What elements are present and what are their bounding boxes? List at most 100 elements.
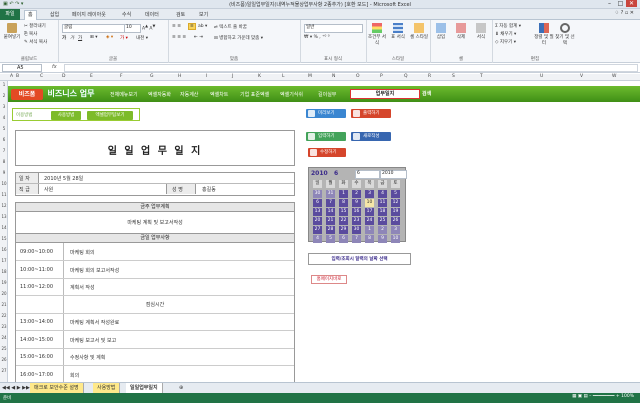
conditional-format-button[interactable]: 조건부 서식 [367, 23, 387, 46]
paste-button[interactable]: 붙여넣기 [1, 23, 23, 40]
entry-time[interactable]: 16:00~17:00 [20, 372, 53, 378]
column-header[interactable]: V [580, 74, 583, 79]
row-header[interactable]: 2 [0, 93, 8, 98]
entry-task[interactable]: 마케팅 회의 보고서작성 [70, 267, 119, 274]
calendar-day[interactable]: 10 [391, 235, 400, 243]
cut-button[interactable]: ✂ 잘라내기 [24, 23, 46, 29]
nav-item-all-menu[interactable]: 전체메뉴보기 [110, 91, 138, 98]
table-format-button[interactable]: 표 서식 [388, 23, 408, 40]
align-middle-icon[interactable]: ≡ [188, 23, 196, 30]
calendar-day[interactable]: 30 [313, 190, 322, 198]
maximize-icon[interactable]: □ [615, 0, 626, 7]
calendar-day[interactable]: 6 [313, 199, 322, 207]
name-box[interactable]: A5 [2, 64, 42, 72]
entry-time[interactable]: 11:00~12:00 [20, 284, 53, 290]
sort-filter-button[interactable]: 정렬 및 필터 [534, 23, 554, 46]
calendar-day[interactable]: 12 [391, 199, 400, 207]
calendar-day[interactable]: 26 [391, 217, 400, 225]
calendar-day[interactable]: 4 [378, 190, 387, 198]
row-header[interactable]: 15 [0, 236, 8, 241]
entry-task[interactable]: 계획서 작성 [70, 284, 95, 291]
calendar-day[interactable]: 28 [326, 226, 335, 234]
calendar-day[interactable]: 31 [326, 190, 335, 198]
merge-center-button[interactable]: ⊟ 병합하고 가운데 맞춤 ▾ [214, 35, 263, 41]
column-header[interactable]: B [16, 74, 19, 79]
row-header[interactable]: 3 [0, 104, 8, 109]
font-size-select[interactable]: 10 [124, 24, 141, 33]
row-header[interactable]: 26 [0, 357, 8, 362]
row-header[interactable]: 7 [0, 148, 8, 153]
calendar-day[interactable]: 23 [352, 217, 361, 225]
delete-cells-button[interactable]: 삭제 [451, 23, 471, 40]
row-header[interactable]: 18 [0, 269, 8, 274]
copy-button[interactable]: ⎘ 복사 [24, 31, 37, 37]
nav-item-excel-chart[interactable]: 엑셀차트 [210, 91, 228, 98]
row-header[interactable]: 1 [0, 82, 8, 87]
minimize-icon[interactable]: – [604, 0, 615, 7]
calendar-day[interactable]: 4 [313, 235, 322, 243]
row-header[interactable]: 20 [0, 291, 8, 296]
calendar[interactable]: 2010 6 6 2010 일 월 화 수 목 금 토 30 31 1 2 3 4 5 6 7 8 9 10 11 12… [308, 167, 407, 243]
currency-icon[interactable]: ₩ ▾ % , ⁺⁰ ⁰ [304, 35, 330, 40]
calendar-day[interactable]: 2 [352, 190, 361, 198]
calendar-day[interactable]: 8 [339, 199, 348, 207]
row-header[interactable]: 17 [0, 258, 8, 263]
calendar-day[interactable]: 21 [326, 217, 335, 225]
calendar-day[interactable]: 25 [378, 217, 387, 225]
print-button[interactable]: 출력하기 [351, 109, 391, 118]
find-select-button[interactable]: 찾기 및 선택 [554, 23, 576, 46]
italic-icon[interactable]: 가 [70, 35, 74, 41]
font-name-select[interactable]: 굴림 [62, 24, 125, 33]
cell-style-button[interactable]: 셀 스타일 [409, 23, 429, 40]
row-header[interactable]: 22 [0, 313, 8, 318]
preview-button[interactable]: 미리보기 [306, 109, 346, 118]
edit-button[interactable]: 수정하기 [308, 148, 346, 157]
calendar-day[interactable]: 22 [339, 217, 348, 225]
column-header[interactable]: J [232, 74, 233, 79]
entry-task[interactable]: 회의 [70, 372, 79, 379]
calendar-day[interactable]: 29 [339, 226, 348, 234]
tab-formulas[interactable]: 수식 [122, 11, 131, 18]
row-header[interactable]: 25 [0, 346, 8, 351]
column-header[interactable]: Q [404, 74, 408, 79]
entry-time[interactable]: 14:00~15:00 [20, 337, 53, 343]
excel-tips-button[interactable]: 엑셀업무팁보기 [87, 111, 133, 120]
nav-item-standard[interactable]: 기업 표준엑셀 [240, 91, 269, 98]
column-header[interactable]: M [308, 74, 312, 79]
calendar-day[interactable]: 18 [378, 208, 387, 216]
nav-item-practice[interactable]: 길이실무 [318, 91, 336, 98]
calendar-day[interactable]: 15 [339, 208, 348, 216]
fill-button[interactable]: ⬇ 채우기 ▾ [495, 31, 516, 37]
format-cells-button[interactable]: 서식 [471, 23, 491, 40]
border-icon[interactable]: ⊞ ▾ [90, 35, 97, 40]
calendar-day[interactable]: 24 [365, 217, 374, 225]
position-value[interactable]: 사원 [44, 186, 53, 193]
calendar-day[interactable]: 3 [391, 226, 400, 234]
column-header[interactable]: F [120, 74, 123, 79]
tab-data[interactable]: 데이터 [145, 11, 159, 18]
calendar-day[interactable]: 1 [339, 190, 348, 198]
phonetic-icon[interactable]: 내천 ▾ [136, 35, 148, 41]
help-icon[interactable]: ♢ ? ▫ ✕ [615, 10, 634, 16]
homepage-button[interactable]: 홈페이지바로 [311, 275, 347, 284]
entry-task[interactable]: 마케팅 보고서 및 보고 [70, 337, 116, 344]
calendar-day[interactable]: 13 [313, 208, 322, 216]
formula-input[interactable] [64, 64, 638, 72]
entry-task[interactable]: 마케팅 계획서 작성완료 [70, 319, 119, 326]
tab-page-layout[interactable]: 페이지 레이아웃 [72, 11, 106, 18]
calendar-day[interactable]: 6 [339, 235, 348, 243]
nav-item-auto-calc[interactable]: 자동계산 [180, 91, 198, 98]
row-header[interactable]: 24 [0, 335, 8, 340]
calendar-day[interactable]: 30 [352, 226, 361, 234]
row-header[interactable]: 8 [0, 159, 8, 164]
tab-file[interactable]: 파일 [0, 9, 20, 20]
column-header[interactable]: H [178, 74, 181, 79]
autosum-button[interactable]: Σ 자동 합계 ▾ [495, 23, 521, 29]
column-header[interactable]: I [206, 74, 207, 79]
fill-color-icon[interactable]: ◈ ▾ [106, 35, 113, 40]
column-header[interactable]: A [10, 74, 13, 79]
column-header[interactable]: K [258, 74, 261, 79]
calendar-day[interactable]: 5 [391, 190, 400, 198]
close-icon[interactable]: ✕ [626, 0, 637, 7]
calendar-day[interactable]: 9 [352, 199, 361, 207]
